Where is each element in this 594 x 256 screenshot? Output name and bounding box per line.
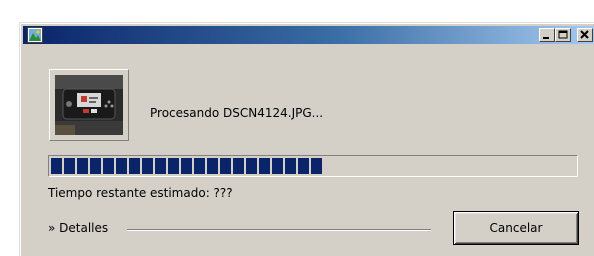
- maximize-icon: [558, 30, 568, 39]
- image-thumbnail: [49, 69, 129, 141]
- photo-thumbnail: [55, 75, 123, 135]
- progress-bar: [48, 155, 578, 177]
- maximize-button[interactable]: [555, 28, 571, 42]
- cancel-button[interactable]: Cancelar: [453, 211, 579, 245]
- minimize-button[interactable]: [539, 28, 555, 42]
- close-icon: [580, 30, 589, 39]
- title-bar[interactable]: [23, 26, 594, 44]
- details-toggle[interactable]: » Detalles: [48, 221, 108, 235]
- processing-status: Procesando DSCN4124.JPG...: [150, 106, 324, 120]
- image-app-icon[interactable]: [27, 27, 43, 43]
- details-divider: [127, 229, 431, 231]
- progress-fill: [51, 158, 322, 174]
- time-remaining: Tiempo restante estimado: ???: [48, 186, 233, 200]
- progress-dialog: Procesando DSCN4124.JPG... Tiempo restan…: [19, 22, 594, 256]
- minimize-icon: [543, 37, 549, 39]
- close-button[interactable]: [577, 28, 593, 42]
